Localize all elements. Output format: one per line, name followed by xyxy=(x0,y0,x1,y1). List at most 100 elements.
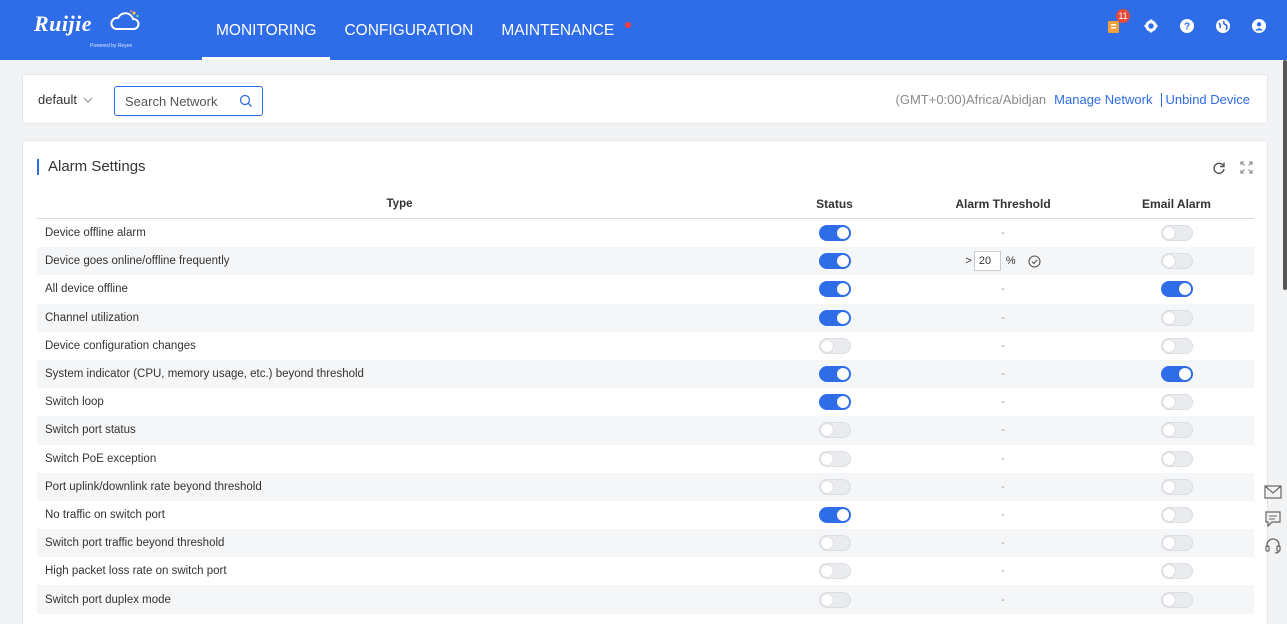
email-alarm-toggle[interactable] xyxy=(1160,253,1193,270)
support-headset-icon[interactable] xyxy=(1264,532,1282,559)
threshold-value: - xyxy=(1001,283,1005,296)
table-row: All device offline - xyxy=(37,275,1254,303)
toggle-knob xyxy=(820,480,833,493)
manage-network-link[interactable]: Manage Network xyxy=(1054,92,1152,107)
toggle-knob xyxy=(836,255,849,268)
email-alarm-toggle[interactable] xyxy=(1160,563,1193,580)
status-toggle[interactable] xyxy=(818,563,851,580)
alarm-type-label: Switch port status xyxy=(45,424,136,437)
email-cell xyxy=(1099,366,1254,383)
status-cell xyxy=(762,281,907,298)
help-icon[interactable]: ? xyxy=(1179,18,1195,34)
alarm-type-label: Device offline alarm xyxy=(45,227,146,240)
search-icon[interactable] xyxy=(239,94,253,108)
toggle-knob xyxy=(1162,311,1175,324)
mail-icon[interactable] xyxy=(1263,478,1282,505)
email-alarm-toggle[interactable] xyxy=(1160,506,1193,523)
email-alarm-toggle[interactable] xyxy=(1160,366,1193,383)
toggle-knob xyxy=(1178,368,1191,381)
page-scrollbar[interactable] xyxy=(1283,60,1287,290)
status-toggle[interactable] xyxy=(818,450,851,467)
email-alarm-toggle[interactable] xyxy=(1160,394,1193,411)
alarm-type-label: All device offline xyxy=(45,283,128,296)
status-toggle[interactable] xyxy=(818,535,851,552)
top-right-icons: 11 ? xyxy=(1087,9,1267,34)
toggle-knob xyxy=(820,339,833,352)
email-alarm-toggle[interactable] xyxy=(1160,422,1193,439)
threshold-cell: - xyxy=(907,340,1099,352)
toggle-knob xyxy=(836,508,849,521)
status-toggle[interactable] xyxy=(818,422,851,439)
threshold-cell: - xyxy=(907,424,1099,436)
nav-monitoring[interactable]: MONITORING xyxy=(202,0,331,60)
table-row: Switch loop - xyxy=(37,388,1254,416)
threshold-value: - xyxy=(1001,368,1005,381)
threshold-cell: - xyxy=(907,537,1099,549)
status-cell xyxy=(762,366,907,383)
threshold-cell: - xyxy=(907,594,1099,606)
network-bar: default (GMT+0:00)Africa/Abidjan Manage … xyxy=(22,74,1268,124)
status-toggle[interactable] xyxy=(818,225,851,242)
alarm-type-label: No traffic on switch port xyxy=(45,508,165,521)
status-toggle[interactable] xyxy=(818,309,851,326)
status-toggle[interactable] xyxy=(818,281,851,298)
email-alarm-toggle[interactable] xyxy=(1160,281,1193,298)
toggle-knob xyxy=(1162,508,1175,521)
email-alarm-toggle[interactable] xyxy=(1160,337,1193,354)
confirm-check-icon[interactable] xyxy=(1028,255,1041,268)
threshold-value: - xyxy=(1001,593,1005,606)
nav-maintenance[interactable]: MAINTENANCE xyxy=(487,0,634,60)
threshold-input[interactable] xyxy=(973,251,1001,272)
status-toggle[interactable] xyxy=(818,394,851,411)
threshold-value: - xyxy=(1001,227,1005,240)
settings-icon[interactable] xyxy=(1143,18,1159,34)
svg-text:?: ? xyxy=(1184,22,1190,33)
threshold-value: - xyxy=(1001,480,1005,493)
alarm-type-label: Switch loop xyxy=(45,396,104,409)
toggle-knob xyxy=(1162,396,1175,409)
nav-configuration[interactable]: CONFIGURATION xyxy=(330,0,487,60)
status-toggle[interactable] xyxy=(818,506,851,523)
logo-subtitle: Powered by Reyee xyxy=(90,43,133,49)
network-actions: (GMT+0:00)Africa/Abidjan Manage Network … xyxy=(896,92,1250,107)
table-row: Switch port traffic beyond threshold - xyxy=(37,529,1254,558)
chevron-down-icon xyxy=(83,97,93,103)
email-cell xyxy=(1099,337,1254,354)
status-cell xyxy=(762,506,907,523)
email-alarm-toggle[interactable] xyxy=(1160,450,1193,467)
toggle-knob xyxy=(1162,227,1175,240)
table-row: Switch port duplex mode - xyxy=(37,585,1254,614)
ruijie-logo[interactable]: Ruijie Powered by Reyee xyxy=(34,10,140,49)
status-toggle[interactable] xyxy=(818,591,851,608)
email-alarm-toggle[interactable] xyxy=(1160,535,1193,552)
toggle-knob xyxy=(820,593,833,606)
fullscreen-icon[interactable] xyxy=(1240,161,1253,174)
language-icon[interactable] xyxy=(1215,18,1231,34)
threshold-unit: % xyxy=(1005,255,1016,268)
status-toggle[interactable] xyxy=(818,478,851,495)
feedback-icon[interactable] xyxy=(1264,505,1282,532)
threshold-value: - xyxy=(1001,452,1005,465)
email-alarm-toggle[interactable] xyxy=(1160,309,1193,326)
column-type: Type xyxy=(386,198,413,210)
email-alarm-toggle[interactable] xyxy=(1160,478,1193,495)
status-toggle[interactable] xyxy=(818,366,851,383)
search-network-input[interactable] xyxy=(115,87,230,115)
threshold-value: - xyxy=(1001,565,1005,578)
unbind-device-link[interactable]: Unbind Device xyxy=(1165,92,1250,107)
network-select[interactable]: default xyxy=(38,92,93,107)
notification-icon[interactable]: 11 xyxy=(1107,9,1130,34)
table-row: Switch port status - xyxy=(37,416,1254,445)
table-row: High packet loss rate on switch port - xyxy=(37,557,1254,585)
status-toggle[interactable] xyxy=(818,253,851,270)
toggle-knob xyxy=(1162,537,1175,550)
user-icon[interactable] xyxy=(1251,18,1267,34)
refresh-icon[interactable] xyxy=(1212,161,1226,175)
link-divider xyxy=(1161,92,1163,107)
notification-badge: 11 xyxy=(1116,9,1130,23)
table-row: Device configuration changes - xyxy=(37,332,1254,360)
status-toggle[interactable] xyxy=(818,337,851,354)
email-alarm-toggle[interactable] xyxy=(1160,225,1193,242)
alarm-type-label: Device configuration changes xyxy=(45,339,196,352)
email-alarm-toggle[interactable] xyxy=(1160,591,1193,608)
